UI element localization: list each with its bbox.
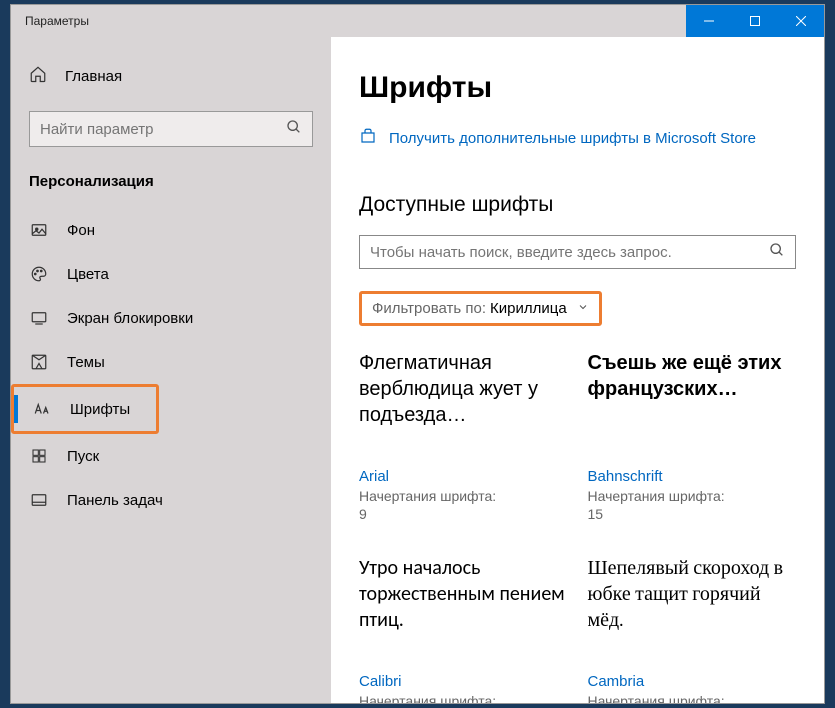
home-icon xyxy=(29,65,47,87)
font-sample: Съешь же ещё этих французских… xyxy=(588,350,797,454)
store-icon xyxy=(359,127,377,149)
sidebar-item-label: Цвета xyxy=(67,266,109,283)
sidebar-item-label: Панель задач xyxy=(67,492,163,509)
settings-window: Параметры Главная xyxy=(10,4,825,704)
filter-value: Кириллица xyxy=(490,300,567,317)
sidebar-item-label: Пуск xyxy=(67,448,99,465)
start-icon xyxy=(29,446,49,466)
image-icon xyxy=(29,220,49,240)
font-name: Calibri xyxy=(359,673,568,690)
sidebar-search[interactable] xyxy=(29,111,313,147)
sidebar: Главная Персонализация Фон Цвета xyxy=(11,37,331,703)
page-title: Шрифты xyxy=(359,71,796,105)
section-header: Персонализация xyxy=(11,169,331,208)
lockscreen-icon xyxy=(29,308,49,328)
sidebar-item-background[interactable]: Фон xyxy=(11,208,331,252)
fonts-icon xyxy=(32,399,52,419)
store-link[interactable]: Получить дополнительные шрифты в Microso… xyxy=(359,127,796,149)
font-name: Bahnschrift xyxy=(588,468,797,485)
home-label: Главная xyxy=(65,68,122,85)
font-name: Cambria xyxy=(588,673,797,690)
sidebar-item-label: Темы xyxy=(67,354,105,371)
sidebar-item-lockscreen[interactable]: Экран блокировки xyxy=(11,296,331,340)
titlebar: Параметры xyxy=(11,5,824,37)
sidebar-item-label: Фон xyxy=(67,222,95,239)
sidebar-item-start[interactable]: Пуск xyxy=(11,434,331,478)
close-button[interactable] xyxy=(778,5,824,37)
main-panel: Шрифты Получить дополнительные шрифты в … xyxy=(331,37,824,703)
font-sample: Шепелявый скороход в юбке тащит горячий … xyxy=(588,555,797,659)
palette-icon xyxy=(29,264,49,284)
content: Главная Персонализация Фон Цвета xyxy=(11,37,824,703)
taskbar-icon xyxy=(29,490,49,510)
themes-icon xyxy=(29,352,49,372)
search-input[interactable] xyxy=(40,121,286,138)
font-card-arial[interactable]: Флегматичная верблюдица жует у подъезда…… xyxy=(359,350,568,523)
sidebar-item-label: Экран блокировки xyxy=(67,310,193,327)
sidebar-item-taskbar[interactable]: Панель задач xyxy=(11,478,331,522)
font-meta: Начертания шрифта: 9 xyxy=(359,487,568,523)
font-meta: Начертания шрифта: 6 xyxy=(359,692,568,703)
sidebar-item-colors[interactable]: Цвета xyxy=(11,252,331,296)
home-nav-item[interactable]: Главная xyxy=(11,55,331,97)
font-card-calibri[interactable]: Утро началось торжественным пением птиц.… xyxy=(359,555,568,703)
sidebar-item-fonts[interactable]: Шрифты xyxy=(11,384,159,434)
search-icon xyxy=(769,242,785,263)
font-name: Arial xyxy=(359,468,568,485)
available-fonts-heading: Доступные шрифты xyxy=(359,193,796,217)
window-title: Параметры xyxy=(11,14,686,28)
font-sample: Утро началось торжественным пением птиц. xyxy=(359,555,568,659)
filter-dropdown[interactable]: Фильтровать по: Кириллица xyxy=(359,291,602,326)
sidebar-item-label: Шрифты xyxy=(70,401,130,418)
filter-label: Фильтровать по: xyxy=(372,300,486,317)
font-search-box[interactable] xyxy=(359,235,796,269)
font-grid: Флегматичная верблюдица жует у подъезда…… xyxy=(359,350,796,703)
maximize-button[interactable] xyxy=(732,5,778,37)
font-card-bahnschrift[interactable]: Съешь же ещё этих французских… Bahnschri… xyxy=(588,350,797,523)
search-icon xyxy=(286,119,302,140)
chevron-down-icon xyxy=(577,300,589,317)
font-sample: Флегматичная верблюдица жует у подъезда… xyxy=(359,350,568,454)
font-search-input[interactable] xyxy=(370,244,769,261)
font-card-cambria[interactable]: Шепелявый скороход в юбке тащит горячий … xyxy=(588,555,797,703)
store-link-text: Получить дополнительные шрифты в Microso… xyxy=(389,130,756,147)
window-controls xyxy=(686,5,824,37)
font-meta: Начертания шрифта: 15 xyxy=(588,487,797,523)
minimize-button[interactable] xyxy=(686,5,732,37)
sidebar-item-themes[interactable]: Темы xyxy=(11,340,331,384)
font-meta: Начертания шрифта: xyxy=(588,692,797,703)
